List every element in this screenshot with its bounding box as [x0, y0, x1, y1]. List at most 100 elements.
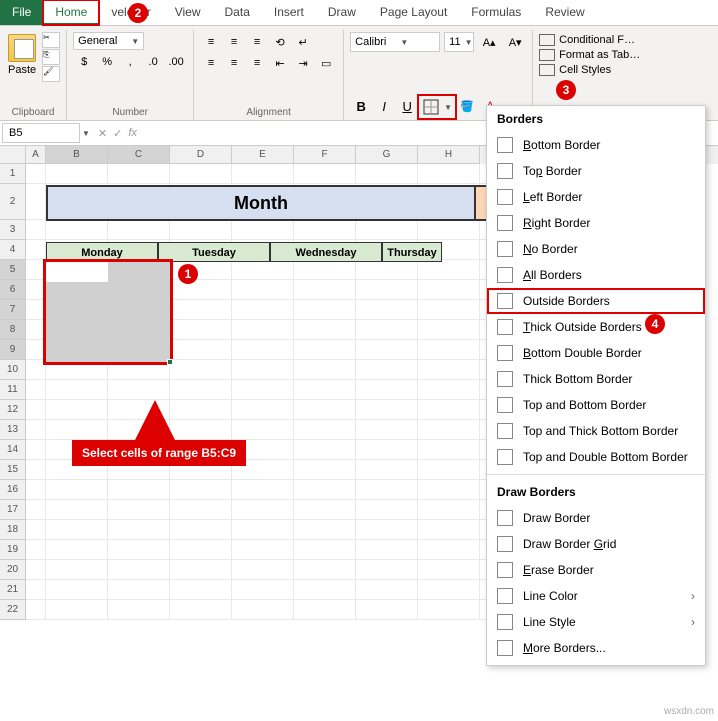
- align-left-button[interactable]: ≡: [200, 53, 222, 73]
- day-wednesday[interactable]: Wednesday: [270, 242, 382, 262]
- border-menu-erase-border[interactable]: Erase Border: [487, 557, 705, 583]
- currency-button[interactable]: $: [73, 52, 95, 72]
- percent-button[interactable]: %: [96, 52, 118, 72]
- tab-draw[interactable]: Draw: [316, 0, 368, 25]
- border-menu-bottom-border[interactable]: Bottom Border: [487, 132, 705, 158]
- border-menu-outside-borders[interactable]: Outside Borders: [487, 288, 705, 314]
- border-menu-right-border[interactable]: Right Border: [487, 210, 705, 236]
- border-menu-thick-outside-borders[interactable]: Thick Outside Borders: [487, 314, 705, 340]
- orientation-button[interactable]: ⟲: [269, 32, 291, 52]
- increase-indent-button[interactable]: ⇥: [292, 53, 314, 73]
- row-header-9[interactable]: 9: [0, 340, 26, 360]
- tab-file[interactable]: File: [0, 0, 43, 25]
- conditional-formatting-button[interactable]: Conditional F…: [539, 34, 640, 46]
- fill-color-button[interactable]: 🪣: [456, 96, 478, 116]
- copy-button[interactable]: ⎘: [42, 49, 60, 65]
- border-menu-top-border[interactable]: Top Border: [487, 158, 705, 184]
- format-as-table-button[interactable]: Format as Tab…: [539, 49, 640, 61]
- font-size-dropdown[interactable]: 11 ▼: [444, 32, 474, 52]
- cell-styles-button[interactable]: Cell Styles: [539, 64, 640, 76]
- row-header-19[interactable]: 19: [0, 540, 26, 560]
- day-monday[interactable]: Monday: [46, 242, 158, 262]
- col-header-E[interactable]: E: [232, 146, 294, 164]
- row-header-2[interactable]: 2: [0, 184, 26, 220]
- cancel-icon[interactable]: ✕: [98, 127, 107, 140]
- number-format-dropdown[interactable]: General ▼: [73, 32, 144, 50]
- col-header-D[interactable]: D: [170, 146, 232, 164]
- italic-button[interactable]: I: [373, 96, 395, 116]
- row-header-11[interactable]: 11: [0, 380, 26, 400]
- tab-formulas[interactable]: Formulas: [459, 0, 533, 25]
- tab-pagelayout[interactable]: Page Layout: [368, 0, 459, 25]
- row-header-21[interactable]: 21: [0, 580, 26, 600]
- active-cell[interactable]: [46, 262, 108, 282]
- tab-home[interactable]: Home: [43, 0, 99, 25]
- chevron-down-icon[interactable]: ▼: [82, 129, 90, 138]
- row-header-13[interactable]: 13: [0, 420, 26, 440]
- border-menu-draw-border-grid[interactable]: Draw Border Grid: [487, 531, 705, 557]
- decrease-decimal-button[interactable]: .00: [165, 52, 187, 72]
- row-header-22[interactable]: 22: [0, 600, 26, 620]
- select-all-corner[interactable]: [0, 146, 26, 164]
- increase-font-button[interactable]: A▴: [478, 32, 500, 52]
- border-menu-more-borders-[interactable]: More Borders...: [487, 635, 705, 661]
- row-header-16[interactable]: 16: [0, 480, 26, 500]
- fill-handle[interactable]: [167, 359, 173, 365]
- merge-button[interactable]: ▭: [315, 53, 337, 73]
- border-menu-bottom-double-border[interactable]: Bottom Double Border: [487, 340, 705, 366]
- row-header-18[interactable]: 18: [0, 520, 26, 540]
- tab-review[interactable]: Review: [533, 0, 596, 25]
- comma-button[interactable]: ,: [119, 52, 141, 72]
- name-box[interactable]: B5: [2, 123, 80, 143]
- row-header-12[interactable]: 12: [0, 400, 26, 420]
- col-header-H[interactable]: H: [418, 146, 480, 164]
- row-header-4[interactable]: 4: [0, 240, 26, 260]
- row-header-17[interactable]: 17: [0, 500, 26, 520]
- fx-icon[interactable]: fx: [128, 127, 137, 139]
- cut-button[interactable]: ✂: [42, 32, 60, 48]
- border-menu-line-color[interactable]: Line Color: [487, 583, 705, 609]
- decrease-font-button[interactable]: A▾: [504, 32, 526, 52]
- paste-button[interactable]: Paste: [6, 32, 38, 78]
- row-header-7[interactable]: 7: [0, 300, 26, 320]
- cell-selection[interactable]: [46, 262, 170, 362]
- row-header-1[interactable]: 1: [0, 164, 26, 184]
- row-header-20[interactable]: 20: [0, 560, 26, 580]
- align-top-button[interactable]: ≡: [200, 32, 222, 52]
- row-header-8[interactable]: 8: [0, 320, 26, 340]
- row-header-14[interactable]: 14: [0, 440, 26, 460]
- format-painter-button[interactable]: 🖌: [42, 66, 60, 82]
- day-thursday[interactable]: Thursday: [382, 242, 442, 262]
- col-header-C[interactable]: C: [108, 146, 170, 164]
- border-menu-left-border[interactable]: Left Border: [487, 184, 705, 210]
- row-header-6[interactable]: 6: [0, 280, 26, 300]
- month-header-cell[interactable]: Month: [46, 185, 476, 221]
- border-menu-top-and-bottom-border[interactable]: Top and Bottom Border: [487, 392, 705, 418]
- font-name-dropdown[interactable]: Calibri ▼: [350, 32, 440, 52]
- row-header-3[interactable]: 3: [0, 220, 26, 240]
- border-menu-all-borders[interactable]: All Borders: [487, 262, 705, 288]
- border-menu-no-border[interactable]: No Border: [487, 236, 705, 262]
- tab-view[interactable]: View: [163, 0, 213, 25]
- border-menu-draw-border[interactable]: Draw Border: [487, 505, 705, 531]
- day-tuesday[interactable]: Tuesday: [158, 242, 270, 262]
- underline-button[interactable]: U: [396, 96, 418, 116]
- row-header-5[interactable]: 5: [0, 260, 26, 280]
- border-menu-line-style[interactable]: Line Style: [487, 609, 705, 635]
- col-header-F[interactable]: F: [294, 146, 356, 164]
- borders-button[interactable]: [420, 97, 442, 117]
- align-right-button[interactable]: ≡: [246, 53, 268, 73]
- border-menu-thick-bottom-border[interactable]: Thick Bottom Border: [487, 366, 705, 392]
- col-header-A[interactable]: A: [26, 146, 46, 164]
- border-menu-top-and-double-bottom-border[interactable]: Top and Double Bottom Border: [487, 444, 705, 470]
- row-header-15[interactable]: 15: [0, 460, 26, 480]
- col-header-G[interactable]: G: [356, 146, 418, 164]
- enter-icon[interactable]: ✓: [113, 127, 122, 140]
- align-center-button[interactable]: ≡: [223, 53, 245, 73]
- increase-decimal-button[interactable]: .0: [142, 52, 164, 72]
- tab-data[interactable]: Data: [213, 0, 262, 25]
- wrap-text-button[interactable]: ↵: [292, 32, 314, 52]
- tab-insert[interactable]: Insert: [262, 0, 316, 25]
- col-header-B[interactable]: B: [46, 146, 108, 164]
- row-header-10[interactable]: 10: [0, 360, 26, 380]
